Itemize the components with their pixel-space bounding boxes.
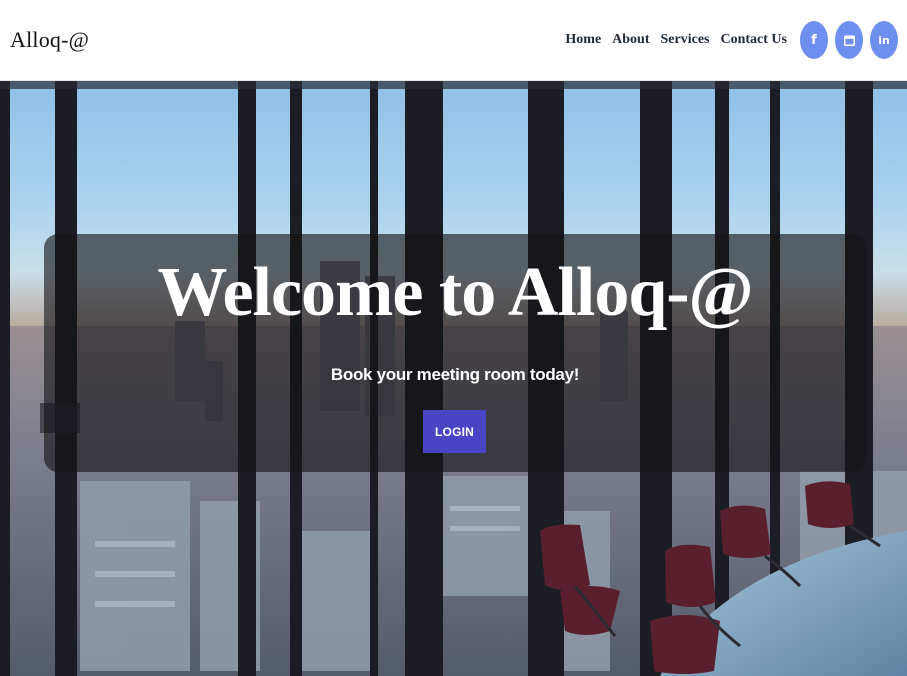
hero-title: Welcome to Alloq-@ <box>157 254 753 331</box>
nav-home-link[interactable]: Home <box>565 32 601 48</box>
brand-logo[interactable]: Alloq-@ <box>10 27 89 53</box>
main-nav: Home About Services Contact Us f in <box>565 21 898 59</box>
facebook-icon: f <box>811 32 817 48</box>
calendar-icon <box>843 35 855 46</box>
hero-overlay-card: Welcome to Alloq-@ Book your meeting roo… <box>44 234 866 472</box>
nav-about-link[interactable]: About <box>612 32 649 48</box>
facebook-button[interactable]: f <box>800 21 828 59</box>
login-button[interactable]: LOGIN <box>423 410 486 453</box>
hero-section: Welcome to Alloq-@ Book your meeting roo… <box>0 81 907 676</box>
top-navbar: Alloq-@ Home About Services Contact Us f… <box>0 0 907 81</box>
linkedin-button[interactable]: in <box>870 21 898 59</box>
social-links: f in <box>800 21 898 59</box>
nav-services-link[interactable]: Services <box>661 32 710 48</box>
nav-contact-link[interactable]: Contact Us <box>721 32 788 48</box>
calendar-button[interactable] <box>835 21 863 59</box>
linkedin-icon: in <box>878 33 890 47</box>
hero-subtitle: Book your meeting room today! <box>330 365 580 384</box>
